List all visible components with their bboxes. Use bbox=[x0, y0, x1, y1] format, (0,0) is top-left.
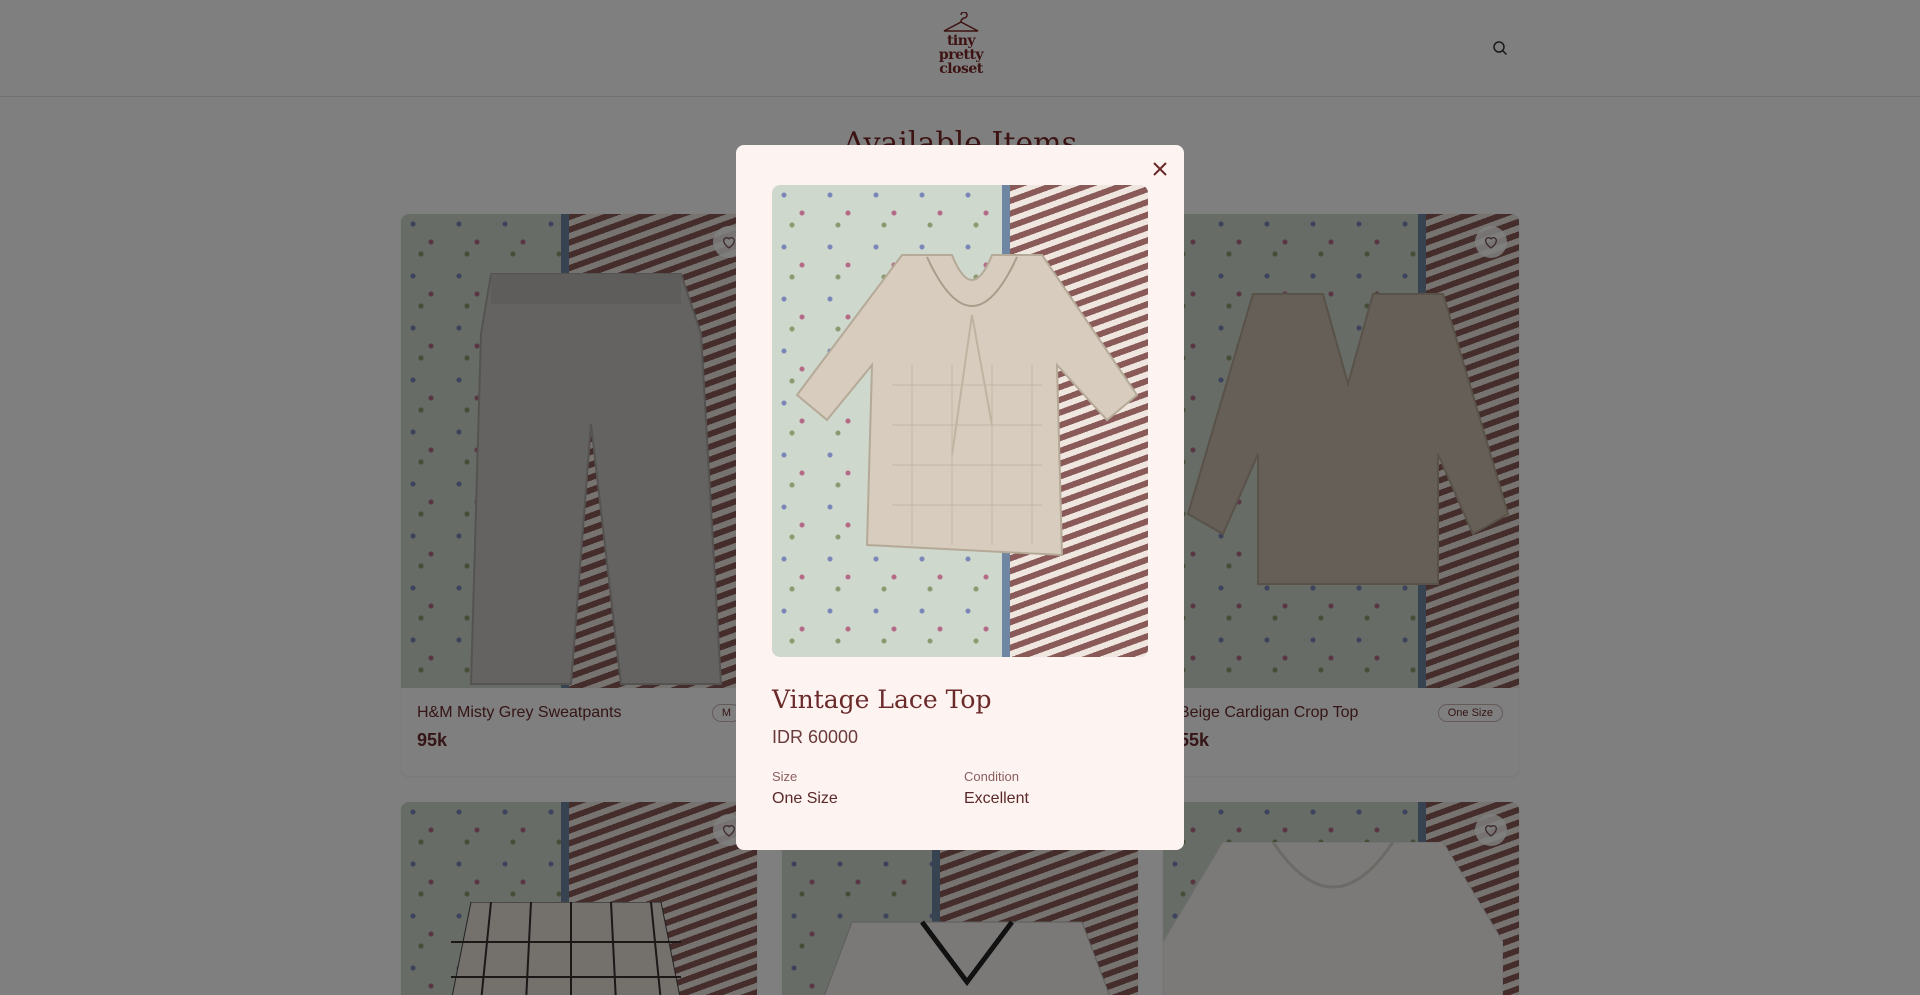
condition-value: Excellent bbox=[964, 790, 1029, 807]
modal-product-title: Vintage Lace Top bbox=[772, 685, 992, 714]
condition-detail: Condition Excellent bbox=[964, 769, 1029, 808]
close-button[interactable] bbox=[1148, 157, 1172, 181]
size-value: One Size bbox=[772, 790, 838, 807]
size-label: Size bbox=[772, 769, 798, 784]
product-detail-modal: Vintage Lace Top IDR 60000 Size One Size… bbox=[736, 145, 1184, 850]
condition-label: Condition bbox=[964, 769, 1019, 784]
close-icon bbox=[1153, 162, 1167, 176]
size-detail: Size One Size bbox=[772, 769, 838, 808]
modal-product-price: IDR 60000 bbox=[772, 727, 859, 747]
product-photo bbox=[772, 185, 1148, 657]
